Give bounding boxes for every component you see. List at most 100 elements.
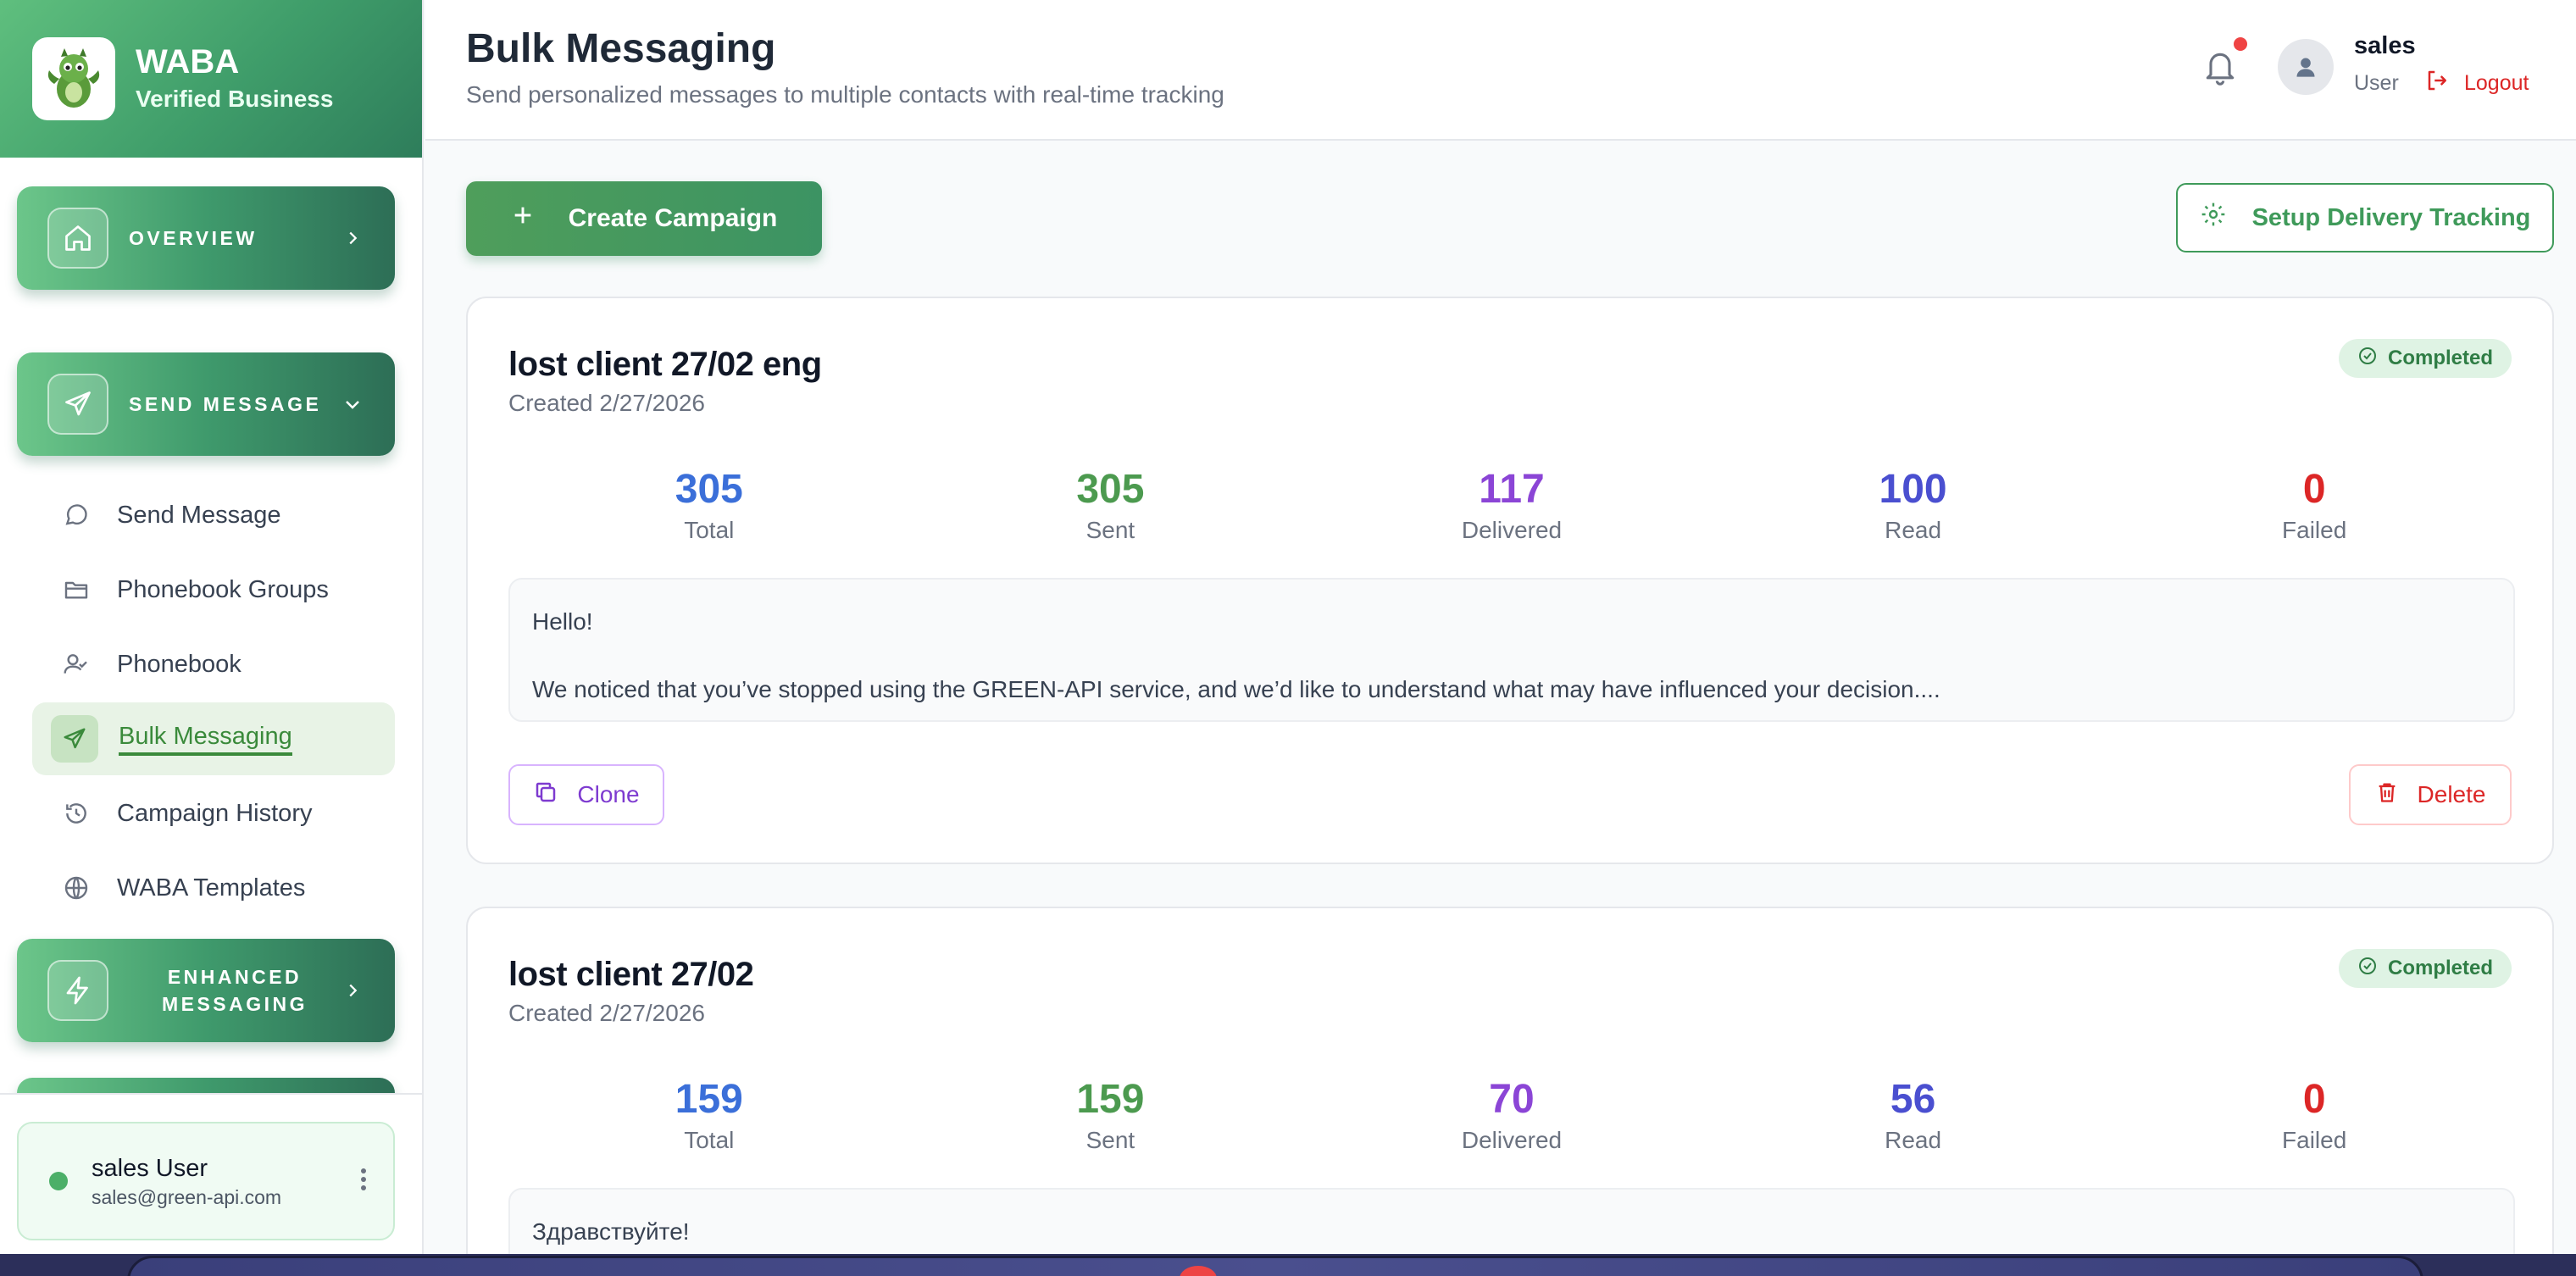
brand-subtitle: Verified Business [136,86,334,112]
message-line: Здравствуйте! [532,1218,690,1245]
history-icon [61,798,92,829]
sidebar-item-label: WABA Templates [117,874,306,902]
stat-value: 159 [1076,1077,1145,1122]
message-line: Hello! [532,608,593,635]
send-icon [51,715,98,763]
stat-delivered: 70 Delivered [1311,1074,1713,1168]
setup-delivery-tracking-button[interactable]: Setup Delivery Tracking [2176,183,2554,252]
stat-value: 305 [1076,467,1145,512]
stat-read: 56 Read [1713,1074,2114,1168]
logout-button[interactable]: Logout [2425,68,2529,99]
campaign-created-date: Created 2/27/2026 [508,390,705,416]
sidebar-user-card[interactable]: sales User sales@green-api.com [17,1122,395,1240]
brand-title: WABA [136,43,240,80]
stat-read: 100 Read [1713,464,2114,558]
globe-icon [61,873,92,903]
os-dock-bar [127,1256,2423,1276]
dragon-logo-icon [32,37,115,120]
sidebar-item-bulk-messaging[interactable]: Bulk Messaging [32,702,395,775]
sidebar-item-label: Phonebook [117,650,242,678]
status-badge: Completed [2338,339,2512,378]
stat-label: Read [1885,517,1942,543]
message-preview: Hello! We noticed that you’ve stopped us… [508,578,2515,722]
stat-value: 305 [675,467,743,512]
status-label: Completed [2387,347,2493,369]
stat-value: 100 [1879,467,1947,512]
clone-label: Clone [577,781,640,807]
stat-label: Sent [1085,1127,1135,1153]
app: WABA Verified Business OVERVIEW SEND MES… [0,0,2576,1276]
stat-sent: 159 Sent [910,1074,1312,1168]
user-name: sales User [92,1155,208,1182]
sidebar-item-label: Phonebook Groups [117,575,329,603]
sidebar-item-phonebook-groups[interactable]: Phonebook Groups [32,553,395,626]
stat-failed: 0 Failed [2113,464,2515,558]
stat-value: 117 [1479,467,1545,512]
nav-section-label: ENHANCED MESSAGING [161,966,308,1015]
stat-delivered: 117 Delivered [1311,464,1713,558]
logout-label: Logout [2464,71,2529,95]
user-email: sales@green-api.com [92,1186,282,1208]
stat-value: 70 [1489,1077,1535,1122]
chevron-right-icon [341,979,364,1002]
delete-label: Delete [2417,781,2486,807]
brand-header: WABA Verified Business [0,0,422,158]
avatar[interactable] [2278,39,2334,95]
copy-icon [533,779,558,811]
nav-section-enhanced-messaging[interactable]: ENHANCED MESSAGING [17,939,395,1042]
nav-section-overview[interactable]: OVERVIEW [17,186,395,290]
page-title: Bulk Messaging [466,26,776,71]
check-circle-icon [2357,346,2378,372]
plus-icon [511,203,535,234]
bolt-icon [47,960,108,1021]
status-label: Completed [2387,957,2493,979]
online-status-dot [49,1172,68,1190]
delete-button[interactable]: Delete [2349,764,2512,825]
chat-bubble-icon [61,500,92,530]
stat-label: Delivered [1461,1127,1563,1153]
sidebar: WABA Verified Business OVERVIEW SEND MES… [0,0,424,1254]
stat-label: Read [1885,1127,1942,1153]
campaign-stats: 305 Total 305 Sent 117 Delivered 100 Rea… [508,464,2515,558]
stat-sent: 305 Sent [910,464,1312,558]
nav-section-label: OVERVIEW [129,227,258,249]
stat-label: Failed [2282,517,2347,543]
nav-section-send-message[interactable]: SEND MESSAGE [17,352,395,456]
stat-label: Total [684,1127,735,1153]
sidebar-item-waba-templates[interactable]: WABA Templates [32,852,395,924]
create-campaign-label: Create Campaign [568,204,778,232]
sidebar-item-label: Campaign History [117,799,313,827]
sidebar-item-send-message[interactable]: Send Message [32,479,395,552]
trash-icon [2375,779,2399,811]
check-circle-icon [2357,956,2378,982]
chevron-down-icon [341,392,364,416]
notification-dot [2234,37,2247,51]
campaign-title: lost client 27/02 eng [508,346,822,383]
status-badge: Completed [2338,949,2512,988]
sidebar-item-phonebook[interactable]: Phonebook [32,628,395,701]
sidebar-item-campaign-history[interactable]: Campaign History [32,777,395,850]
logout-icon [2425,68,2451,99]
stat-label: Total [684,517,735,543]
bell-icon[interactable] [2201,46,2242,90]
stat-label: Delivered [1461,517,1563,543]
setup-delivery-label: Setup Delivery Tracking [2251,203,2531,231]
kebab-menu-icon[interactable] [359,1167,368,1196]
nav-section-label: SEND MESSAGE [129,393,322,415]
message-line: We noticed that you’ve stopped using the… [532,676,1940,702]
clone-button[interactable]: Clone [508,764,664,825]
send-icon [47,374,108,435]
folder-icon [61,574,92,605]
campaign-card: lost client 27/02 eng Created 2/27/2026 … [466,297,2554,864]
chevron-right-icon [341,226,364,250]
user-check-icon [61,649,92,680]
create-campaign-button[interactable]: Create Campaign [466,181,822,256]
stat-value: 56 [1890,1077,1936,1122]
campaign-created-date: Created 2/27/2026 [508,1000,705,1026]
stat-value: 0 [2302,1077,2326,1122]
sidebar-item-label: Send Message [117,501,281,529]
top-header: Bulk Messaging Send personalized message… [425,0,2576,141]
stat-total: 159 Total [508,1074,910,1168]
stat-label: Sent [1085,517,1135,543]
page-subtitle: Send personalized messages to multiple c… [466,81,1224,108]
